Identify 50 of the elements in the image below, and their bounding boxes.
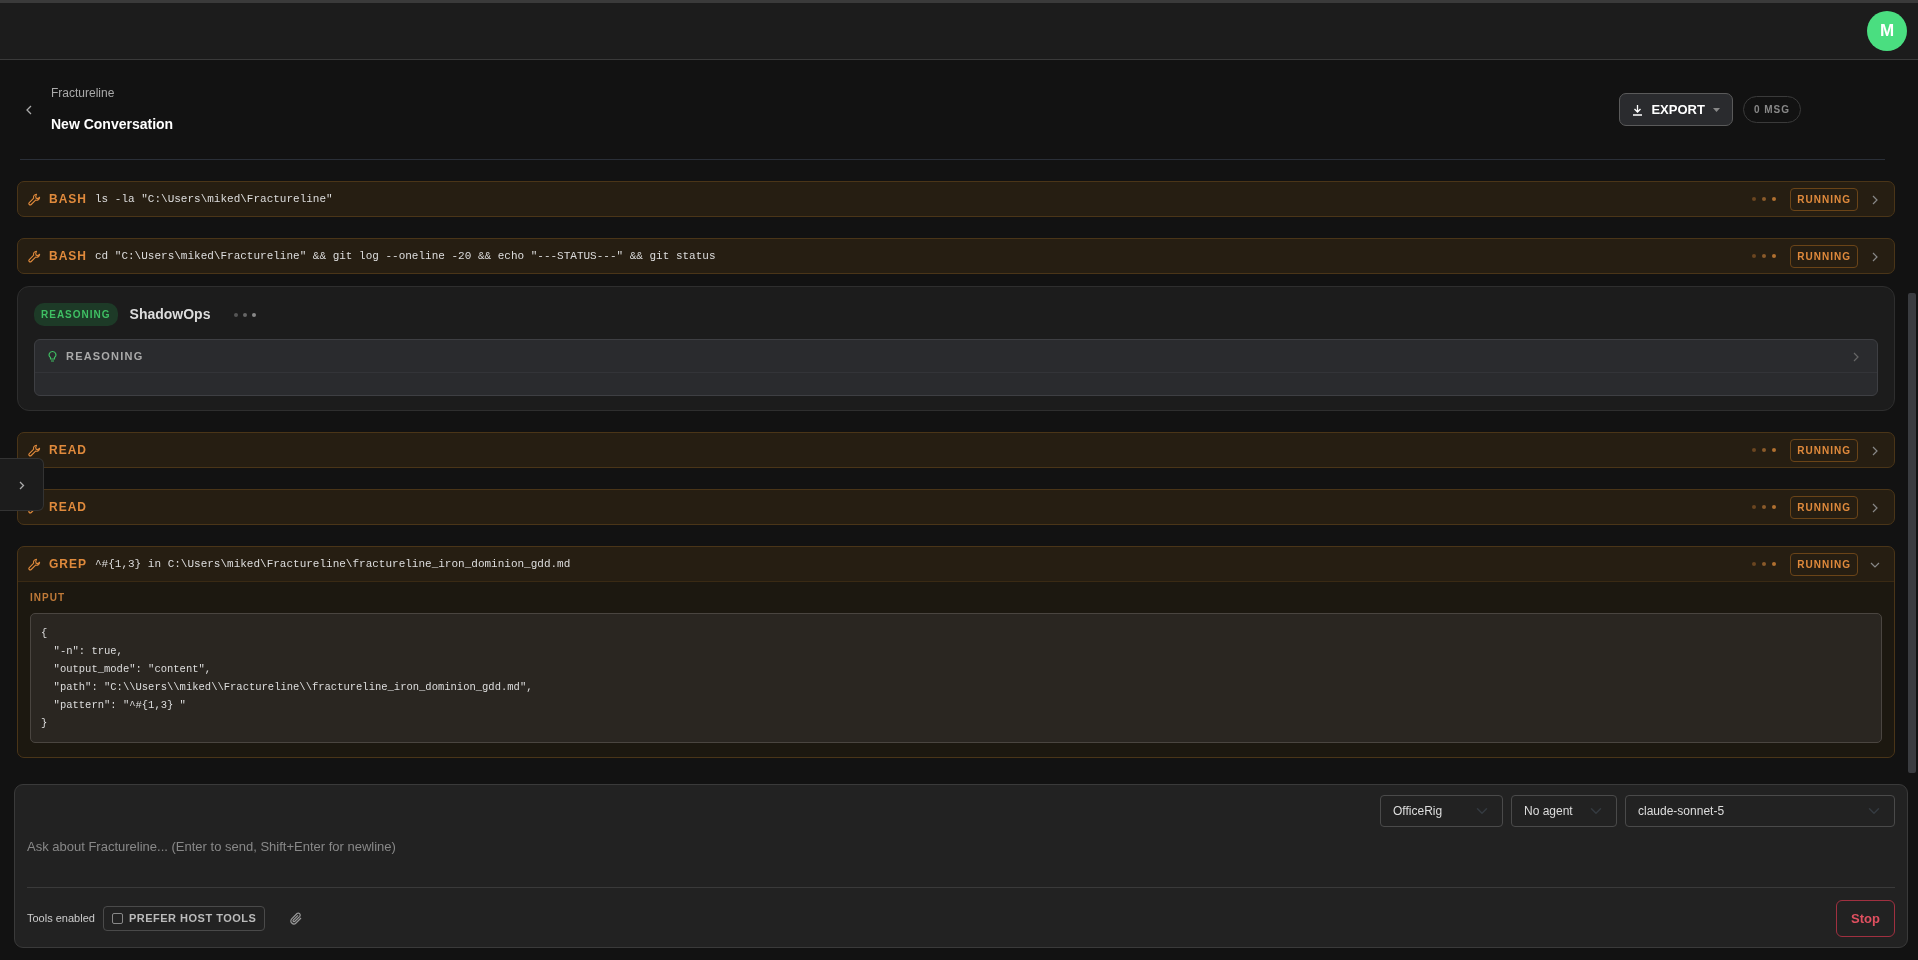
stop-button[interactable]: Stop [1836, 899, 1895, 937]
sidebar-toggle[interactable] [0, 458, 44, 511]
dropdown[interactable]: OfficeRig [1380, 795, 1503, 827]
command-text: ^#{1,3} in C:\Users\miked\Fractureline\fractureline_iron_dominion_gdd.md [95, 556, 571, 572]
tool-name: BASH [49, 191, 87, 208]
agent-name: ShadowOps [129, 305, 211, 324]
status-badge: RUNNING [1790, 552, 1858, 576]
code-block: { "-n": true, "output_mode": "content", "path": "C:\\Users\\miked\\Fractureline\\fractureline_iron_dominion_gdd.md", "pattern": "^#{1,3} " } [30, 613, 1882, 743]
export-button[interactable]: EXPORT [1619, 92, 1733, 127]
status-badge: RUNNING [1790, 495, 1858, 519]
chevron-right-icon [18, 480, 25, 490]
chevron-right-icon [1872, 251, 1878, 262]
tools-status: Tools enabled [27, 911, 95, 926]
back-icon [26, 105, 33, 116]
status-badge: RUNNING [1790, 438, 1858, 462]
checkbox[interactable] [111, 912, 123, 924]
project-name: Fractureline [51, 85, 116, 102]
reasoning-badge: REASONING [34, 303, 118, 326]
prefer-host-tools-toggle[interactable]: PREFER HOST TOOLS [102, 906, 266, 931]
chevron-right-icon [1853, 351, 1859, 362]
typing-dots-icon [234, 312, 257, 317]
caret-icon [1712, 107, 1720, 112]
command-text: ls -la "C:\Users\miked\Fractureline" [95, 191, 333, 207]
progress-dots-icon [1752, 448, 1777, 452]
progress-dots-icon [1752, 505, 1777, 509]
chevron-right-icon [1872, 445, 1878, 456]
scrollbar[interactable] [1908, 293, 1916, 773]
input-label: INPUT [30, 591, 66, 605]
status-badge: RUNNING [1790, 187, 1858, 211]
tool-name: GREP [49, 556, 87, 573]
download-icon [1632, 103, 1644, 116]
command-text: cd "C:\Users\miked\Fractureline" && git log --oneline -20 && echo "---STATUS---" && git status [95, 248, 716, 264]
tool-name: READ [49, 442, 87, 459]
message-input[interactable]: Ask about Fractureline... (Enter to send, Shift+Enter for newline) [27, 827, 1895, 887]
lightbulb-icon [47, 349, 58, 363]
tool-name: BASH [49, 248, 87, 265]
chevron-right-icon [1872, 502, 1878, 513]
dropdown[interactable]: claude-sonnet-5 [1625, 795, 1895, 827]
conversation-title: New Conversation [51, 115, 174, 134]
chevron-right-icon [1872, 194, 1878, 205]
progress-dots-icon [1752, 197, 1777, 201]
progress-dots-icon [1752, 562, 1777, 566]
progress-dots-icon [1752, 254, 1777, 258]
paperclip-icon[interactable] [289, 910, 304, 926]
message-composer[interactable]: OfficeRig No agent claude-sonnet-5 Ask about Fractureline... (Enter to send, Shift+Enter for newline) Tools enabled PREFER HOST TOOLS Stop [14, 784, 1908, 948]
status-badge: RUNNING [1790, 244, 1858, 268]
reasoning-label: REASONING [66, 348, 144, 364]
dropdown[interactable]: No agent [1511, 795, 1617, 827]
tool-name: READ [49, 499, 87, 516]
chevron-down-icon [1870, 561, 1880, 568]
